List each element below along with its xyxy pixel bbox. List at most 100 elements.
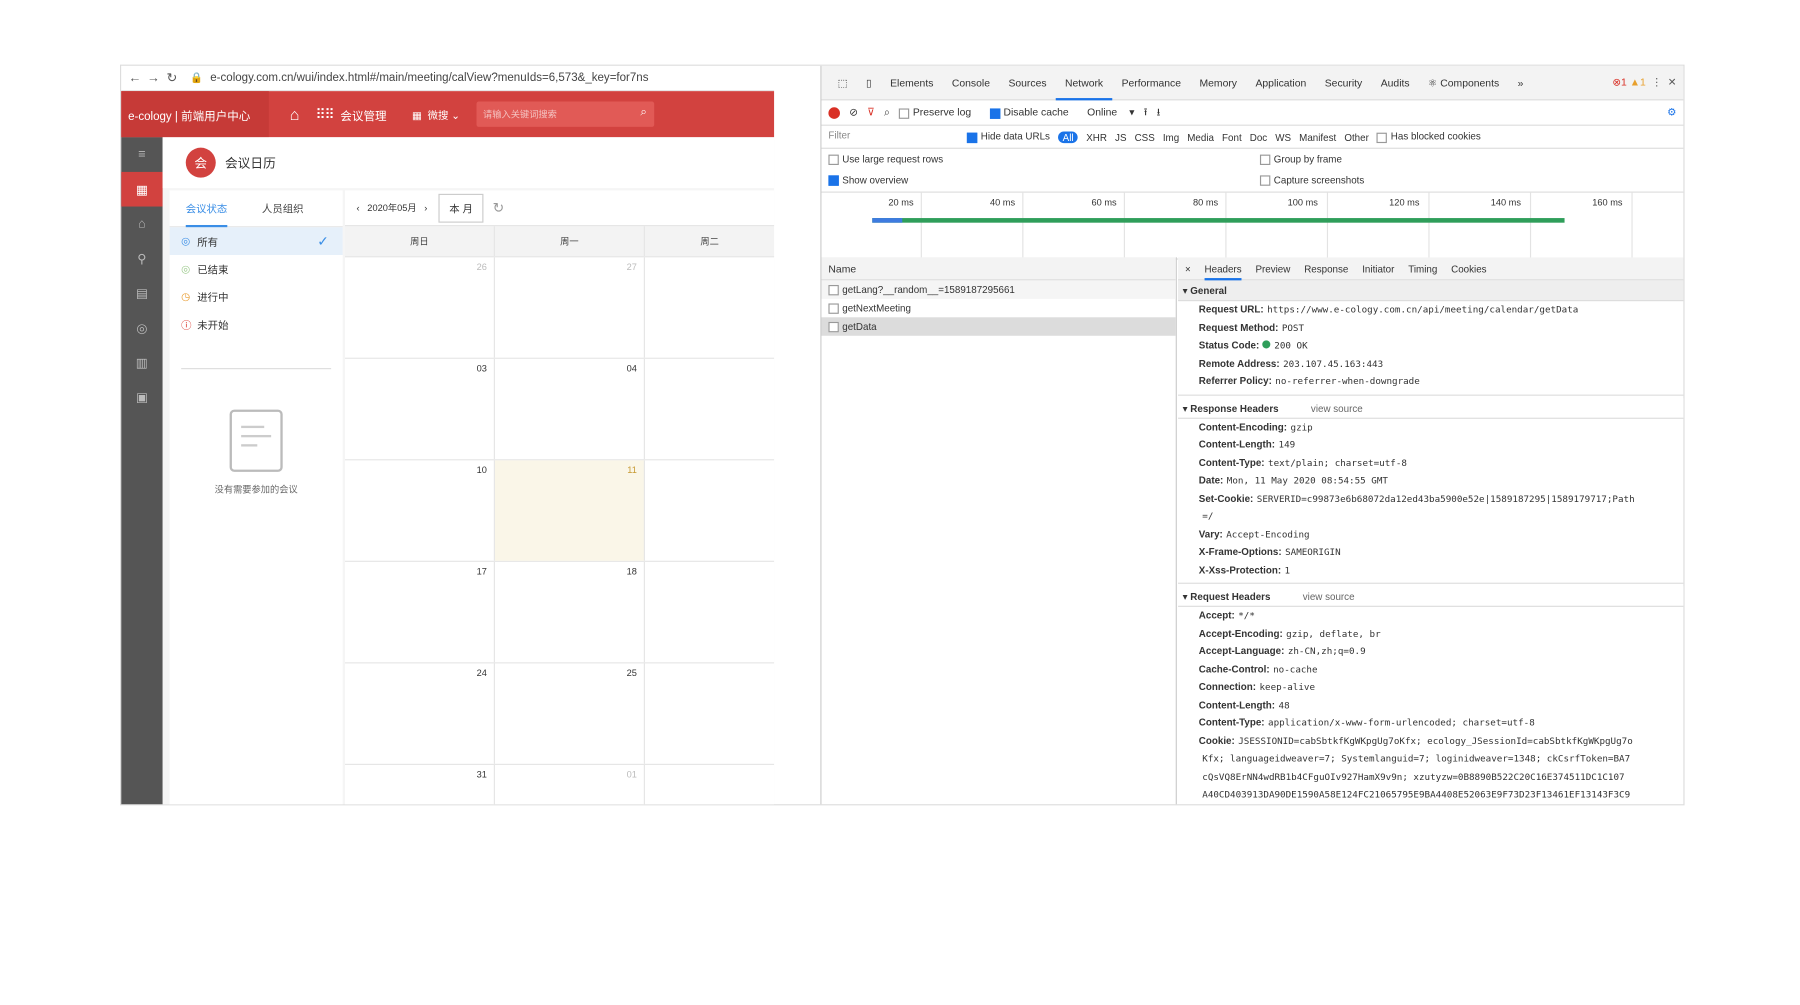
tab-application[interactable]: Application: [1246, 66, 1315, 100]
type-xhr[interactable]: XHR: [1086, 131, 1107, 143]
search-nav-icon[interactable]: ⚲: [121, 241, 163, 276]
tab-performance[interactable]: Performance: [1112, 66, 1190, 100]
calendar-day-cell[interactable]: 04: [495, 358, 645, 460]
response-headers-section[interactable]: ▾ Response Headers view source: [1178, 397, 1684, 419]
throttle-select[interactable]: Online ▾: [1087, 106, 1134, 119]
settings-gear-icon[interactable]: ⚙: [1667, 106, 1676, 119]
search-input[interactable]: 请输入关键词搜索 ⌕: [476, 101, 654, 127]
calendar-icon[interactable]: ▦: [121, 171, 163, 207]
url-text[interactable]: e-cology.com.cn/wui/index.html#/main/mee…: [210, 72, 648, 85]
filter-all[interactable]: ◎ 所有 ✓: [169, 227, 343, 255]
record-icon[interactable]: [828, 106, 840, 119]
type-ws[interactable]: WS: [1275, 131, 1291, 143]
app-grid-icon[interactable]: ⠿⠿: [316, 106, 335, 122]
brand-logo[interactable]: e-cology | 前端用户中心: [121, 91, 269, 138]
import-icon[interactable]: ⭱: [1144, 103, 1148, 121]
tab-network[interactable]: Network: [1055, 66, 1113, 100]
type-all[interactable]: All: [1058, 130, 1079, 143]
group-by-frame-checkbox[interactable]: Group by frame: [1259, 153, 1342, 165]
capture-screenshots-checkbox[interactable]: Capture screenshots: [1259, 174, 1364, 186]
calendar-day-cell[interactable]: [645, 257, 774, 357]
tab-console[interactable]: Console: [943, 66, 1000, 100]
tab-headers[interactable]: Headers: [1204, 257, 1242, 280]
house-icon[interactable]: ⌂: [121, 207, 163, 242]
calendar-day-cell[interactable]: 25: [495, 663, 645, 764]
home-icon[interactable]: ⌂: [290, 105, 300, 123]
tab-audits[interactable]: Audits: [1371, 66, 1418, 100]
calendar-day-cell[interactable]: 18: [495, 561, 645, 663]
document-icon[interactable]: ▤: [121, 276, 163, 311]
timeline-overview[interactable]: 20 ms 40 ms 60 ms 80 ms 100 ms 120 ms 14…: [821, 192, 1684, 260]
tab-memory[interactable]: Memory: [1190, 66, 1246, 100]
tab-preview[interactable]: Preview: [1255, 257, 1290, 279]
calendar-day-cell[interactable]: 24: [345, 663, 495, 764]
show-overview-checkbox[interactable]: Show overview: [828, 174, 908, 186]
calendar-day-cell[interactable]: 27: [495, 257, 645, 358]
refresh-icon[interactable]: ↻: [493, 200, 505, 216]
calendar-day-cell[interactable]: 10: [345, 460, 495, 561]
tab-response[interactable]: Response: [1304, 257, 1348, 279]
calendar-day-cell[interactable]: 17: [345, 561, 495, 663]
type-other[interactable]: Other: [1344, 131, 1369, 143]
preserve-log-checkbox[interactable]: Preserve log: [899, 107, 980, 119]
inspect-icon[interactable]: ⬚: [828, 66, 856, 100]
search-icon[interactable]: ⌕: [884, 106, 890, 119]
filter-not-started[interactable]: ⓘ 未开始: [170, 310, 343, 338]
tab-components[interactable]: ⚛ Components: [1419, 66, 1509, 100]
calendar-day-cell[interactable]: 26: [345, 257, 495, 358]
more-tabs-button[interactable]: »: [1508, 66, 1532, 100]
building-icon[interactable]: ▥: [121, 345, 163, 380]
calendar-day-cell[interactable]: 11: [494, 460, 645, 561]
next-month-icon[interactable]: ›: [424, 202, 427, 212]
disable-cache-checkbox[interactable]: Disable cache: [989, 107, 1078, 119]
this-month-button[interactable]: 本 月: [438, 193, 484, 223]
calendar-day-cell[interactable]: [645, 663, 774, 763]
location-icon[interactable]: ◎: [121, 310, 163, 345]
menu-icon[interactable]: ≡: [121, 137, 163, 172]
close-detail-icon[interactable]: ×: [1185, 257, 1191, 279]
tab-elements[interactable]: Elements: [881, 66, 943, 100]
tab-security[interactable]: Security: [1316, 66, 1372, 100]
prev-month-icon[interactable]: ‹: [357, 202, 360, 212]
calendar-day-cell[interactable]: 03: [345, 358, 495, 460]
type-font[interactable]: Font: [1222, 131, 1242, 143]
type-media[interactable]: Media: [1187, 131, 1214, 143]
calendar-day-cell[interactable]: 31: [345, 764, 495, 805]
view-source-link[interactable]: view source: [1311, 402, 1363, 414]
schedule-icon[interactable]: ▣: [121, 380, 163, 415]
clear-icon[interactable]: ⊘: [849, 106, 858, 119]
tab-people-org[interactable]: 人员组织: [262, 190, 304, 227]
tab-sources[interactable]: Sources: [999, 66, 1056, 100]
general-section-header[interactable]: ▾ General: [1178, 280, 1684, 302]
back-icon[interactable]: ←: [126, 71, 144, 85]
type-manifest[interactable]: Manifest: [1299, 131, 1336, 143]
tab-meeting-status[interactable]: 会议状态: [185, 190, 228, 227]
tab-cookies[interactable]: Cookies: [1451, 257, 1486, 279]
export-icon[interactable]: ⭳: [1157, 103, 1161, 121]
view-source-link[interactable]: view source: [1303, 591, 1355, 603]
type-img[interactable]: Img: [1163, 131, 1179, 143]
request-row-getdata[interactable]: getData: [821, 317, 1176, 336]
large-rows-checkbox[interactable]: Use large request rows: [828, 153, 943, 165]
calendar-day-cell[interactable]: [645, 765, 774, 804]
module-name[interactable]: 会议管理: [340, 106, 386, 123]
search-scope-select[interactable]: ▦ 微搜 ⌄: [412, 107, 460, 122]
search-icon[interactable]: ⌕: [640, 106, 646, 119]
calendar-day-cell[interactable]: 01: [495, 764, 645, 805]
type-css[interactable]: CSS: [1135, 131, 1155, 143]
issues-counter[interactable]: ⊗1 ▲1 ⋮ ✕: [1612, 76, 1683, 89]
hide-data-urls-checkbox[interactable]: Hide data URLs: [966, 131, 1050, 143]
filter-icon[interactable]: ⊽: [867, 106, 875, 119]
filter-ongoing[interactable]: ◷ 进行中: [170, 283, 343, 311]
type-doc[interactable]: Doc: [1250, 131, 1267, 143]
tab-initiator[interactable]: Initiator: [1362, 257, 1394, 279]
name-column-header[interactable]: Name: [821, 257, 1176, 281]
calendar-day-cell[interactable]: [645, 359, 774, 459]
filter-ended[interactable]: ◎ 已结束: [170, 255, 343, 283]
reload-icon[interactable]: ↻: [163, 70, 181, 86]
type-js[interactable]: JS: [1115, 131, 1126, 143]
tab-timing[interactable]: Timing: [1408, 257, 1437, 279]
forward-icon[interactable]: →: [144, 71, 162, 85]
request-row-getlang[interactable]: getLang?__random__=1589187295661: [821, 280, 1176, 299]
request-row-getnextmeeting[interactable]: getNextMeeting: [822, 299, 1176, 317]
